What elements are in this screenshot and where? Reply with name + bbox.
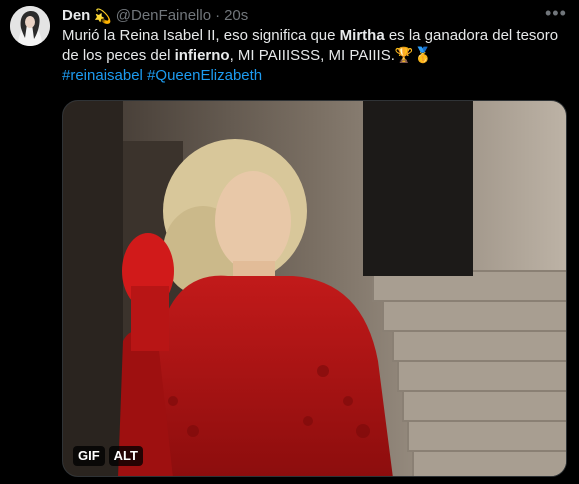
separator-dot: · [215, 7, 221, 24]
gif-badge: GIF [73, 446, 105, 466]
more-options-icon[interactable]: ••• [545, 4, 566, 26]
timestamp[interactable]: 20s [224, 6, 248, 26]
author-name[interactable]: Den [62, 6, 90, 26]
avatar[interactable] [10, 6, 50, 46]
gif-media[interactable]: GIF ALT [62, 100, 567, 477]
media-badges: GIF ALT [73, 446, 143, 466]
alt-badge[interactable]: ALT [108, 446, 143, 466]
author-handle[interactable]: @DenFainello [116, 6, 211, 26]
author-emoji: 💫 [94, 8, 112, 24]
hashtag-queenelizabeth[interactable]: #QueenElizabeth [147, 67, 262, 84]
tweet[interactable]: Den 💫 @DenFainello · 20s ••• Murió la Re… [0, 0, 579, 484]
tweet-text: Murió la Reina Isabel II, eso significa … [62, 26, 562, 86]
tweet-text-part: Murió la Reina Isabel II, eso significa … [62, 27, 340, 44]
trophy-medal-emoji: 🏆🥇 [394, 47, 433, 64]
tweet-header: Den 💫 @DenFainello · 20s [62, 6, 248, 26]
gif-frame-image [63, 101, 566, 476]
hashtag-reinaisabel[interactable]: #reinaisabel [62, 67, 143, 84]
avatar-image [10, 6, 50, 46]
tweet-text-bold: Mirtha [339, 27, 385, 44]
tweet-text-part: , MI PAIIISSS, MI PAIIIS. [229, 47, 395, 64]
tweet-text-bold: infierno [174, 47, 230, 64]
